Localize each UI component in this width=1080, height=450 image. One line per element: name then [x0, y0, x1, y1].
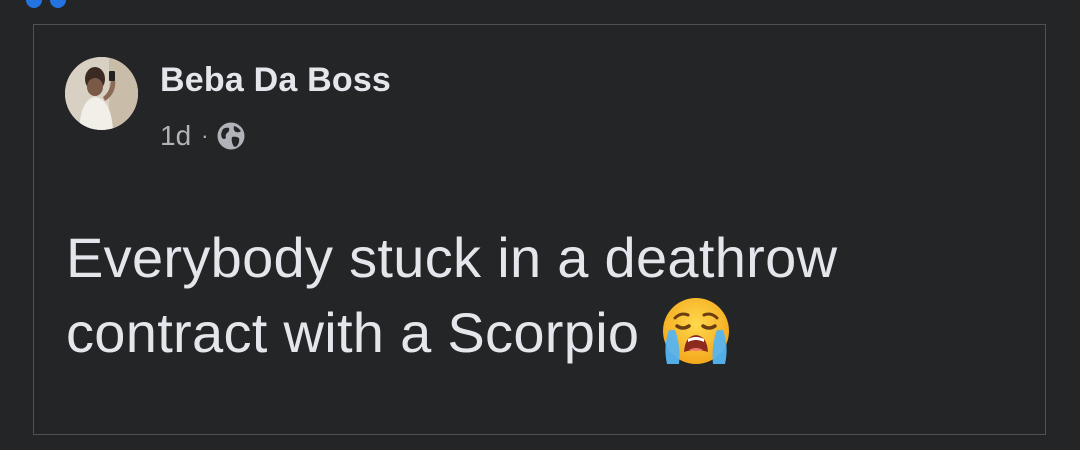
post-text: Everybody stuck in a deathrow contract w… — [66, 221, 1006, 369]
timestamp[interactable]: 1d — [160, 120, 191, 152]
avatar-photo — [65, 57, 138, 130]
meta-separator: · — [201, 123, 209, 148]
author-name[interactable]: Beba Da Boss — [160, 61, 391, 100]
post-meta: 1d · — [160, 119, 246, 153]
avatar[interactable] — [65, 57, 138, 130]
top-dot — [50, 0, 66, 8]
top-dot — [26, 0, 42, 8]
post-card: Beba Da Boss 1d · Everybody stuck in a d… — [33, 24, 1046, 435]
crying-face-emoji-icon — [659, 294, 733, 368]
globe-icon[interactable] — [216, 121, 246, 151]
top-strip — [0, 0, 1080, 10]
